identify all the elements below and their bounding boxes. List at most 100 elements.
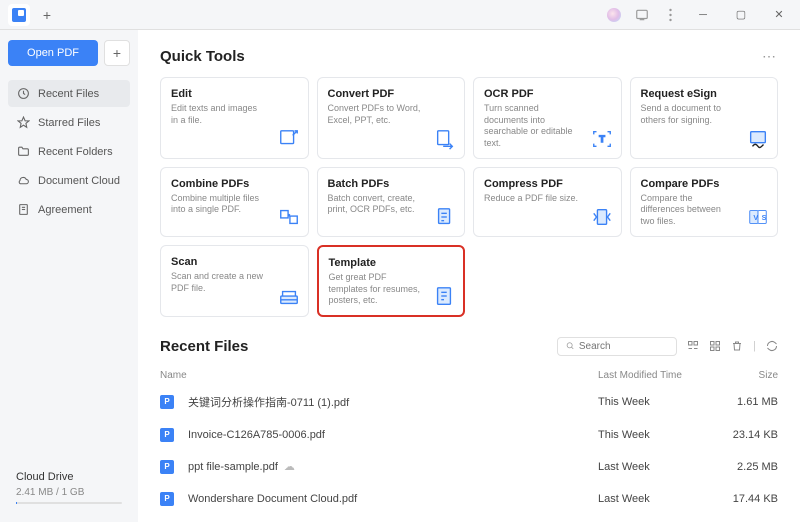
sidebar-item-label: Document Cloud <box>38 175 120 187</box>
sidebar-item-label: Recent Files <box>38 88 99 100</box>
list-view-icon[interactable] <box>687 340 699 352</box>
tool-label: Convert PDF <box>328 88 455 100</box>
sidebar-item-agreement[interactable]: Agreement <box>8 196 130 223</box>
file-size: 2.25 MB <box>718 461 778 473</box>
compress-icon <box>591 206 613 228</box>
file-row[interactable]: Pppt file-sample.pdf ☁ Last Week2.25 MB <box>160 451 778 483</box>
new-tab-button[interactable]: + <box>38 6 56 24</box>
tool-label: Compare PDFs <box>641 178 768 190</box>
tool-desc: Combine multiple files into a single PDF… <box>171 193 266 216</box>
tool-desc: Reduce a PDF file size. <box>484 193 579 205</box>
feedback-icon[interactable] <box>634 7 650 23</box>
esign-icon <box>747 128 769 150</box>
sidebar-item-recent-folders[interactable]: Recent Folders <box>8 138 130 165</box>
compare-icon: VS <box>747 206 769 228</box>
pdf-icon: P <box>160 460 174 474</box>
template-icon <box>433 285 455 307</box>
file-name-text: Invoice-C126A785-0006.pdf <box>188 429 325 441</box>
sidebar-item-recent-files[interactable]: Recent Files <box>8 80 130 107</box>
svg-text:V: V <box>753 213 758 222</box>
pdf-icon: P <box>160 428 174 442</box>
search-box[interactable] <box>557 337 677 356</box>
tool-label: Scan <box>171 256 298 268</box>
combine-icon <box>278 206 300 228</box>
open-pdf-button[interactable]: Open PDF <box>8 40 98 66</box>
close-button[interactable]: ✕ <box>766 4 792 26</box>
tool-desc: Convert PDFs to Word, Excel, PPT, etc. <box>328 103 423 126</box>
tool-desc: Get great PDF templates for resumes, pos… <box>329 272 422 307</box>
cloud-icon: ☁ <box>284 460 295 473</box>
col-size-header: Size <box>718 370 778 381</box>
pdf-icon: P <box>160 492 174 506</box>
file-time: Last Week <box>598 493 718 505</box>
grid-view-icon[interactable] <box>709 340 721 352</box>
titlebar: + ─ ▢ ✕ <box>0 0 800 30</box>
col-time-header: Last Modified Time <box>598 370 718 381</box>
svg-text:S: S <box>762 213 767 222</box>
tool-desc: Compare the differences between two file… <box>641 193 736 228</box>
menu-icon[interactable] <box>662 7 678 23</box>
tool-scan[interactable]: Scan Scan and create a new PDF file. <box>160 245 309 317</box>
scan-icon <box>278 286 300 308</box>
star-icon <box>16 116 30 129</box>
col-name-header: Name <box>160 370 598 381</box>
tool-batch-pdfs[interactable]: Batch PDFs Batch convert, create, print, … <box>317 167 466 237</box>
tool-desc: Turn scanned documents into searchable o… <box>484 103 579 150</box>
file-row[interactable]: P Wondershare Document Cloud.pdf Last Week… <box>160 483 778 515</box>
quick-tools-title: Quick Tools <box>160 48 245 65</box>
minimize-button[interactable]: ─ <box>690 4 716 26</box>
tool-label: Combine PDFs <box>171 178 298 190</box>
tool-compare-pdfs[interactable]: Compare PDFs Compare the differences betw… <box>630 167 779 237</box>
file-time: Last Week <box>598 461 718 473</box>
refresh-icon[interactable] <box>766 340 778 352</box>
maximize-button[interactable]: ▢ <box>728 4 754 26</box>
pdf-icon: P <box>160 395 174 409</box>
file-time: This Week <box>598 429 718 441</box>
cloud-drive-info: Cloud Drive 2.41 MB / 1 GB <box>8 463 130 512</box>
tool-label: Template <box>329 257 454 269</box>
clock-icon <box>16 87 30 100</box>
file-size: 17.44 KB <box>718 493 778 505</box>
tool-edit[interactable]: EditEdit texts and images in a file. <box>160 77 309 159</box>
tool-compress-pdf[interactable]: Compress PDF Reduce a PDF file size. <box>473 167 622 237</box>
app-logo <box>8 4 30 26</box>
sidebar-item-document-cloud[interactable]: Document Cloud <box>8 167 130 194</box>
file-size: 23.14 KB <box>718 429 778 441</box>
tool-template[interactable]: Template Get great PDF templates for resu… <box>317 245 466 317</box>
edit-icon <box>278 128 300 150</box>
file-row[interactable]: P关键词分析操作指南-0711 (1).pdfThis Week1.61 MB <box>160 385 778 419</box>
tool-convert-pdf[interactable]: Convert PDF Convert PDFs to Word, Excel, … <box>317 77 466 159</box>
tool-combine-pdfs[interactable]: Combine PDFs Combine multiple files into … <box>160 167 309 237</box>
sidebar-item-label: Recent Folders <box>38 146 113 158</box>
cloud-icon <box>16 174 30 187</box>
file-name-text: Wondershare Document Cloud.pdf <box>188 493 357 505</box>
file-time: This Week <box>598 396 718 408</box>
tool-label: Compress PDF <box>484 178 611 190</box>
main-content: Quick Tools ⋯ EditEdit texts and images … <box>138 30 800 522</box>
tool-request-esign[interactable]: Request eSign Send a document to others f… <box>630 77 779 159</box>
tool-desc: Batch convert, create, print, OCR PDFs, … <box>328 193 423 216</box>
ocr-icon: T <box>591 128 613 150</box>
tool-desc: Send a document to others for signing. <box>641 103 736 126</box>
file-name-text: ppt file-sample.pdf <box>188 461 278 473</box>
tool-label: Edit <box>171 88 298 100</box>
tool-desc: Scan and create a new PDF file. <box>171 271 266 294</box>
tool-ocr-pdf[interactable]: OCR PDF Turn scanned documents into searc… <box>473 77 622 159</box>
trash-icon[interactable] <box>731 340 743 352</box>
batch-icon <box>434 206 456 228</box>
tool-label: OCR PDF <box>484 88 611 100</box>
doc-icon <box>16 203 30 216</box>
sidebar: Open PDF + Recent Files Starred Files Rece… <box>0 30 138 522</box>
svg-text:T: T <box>599 134 605 144</box>
tool-label: Request eSign <box>641 88 768 100</box>
sidebar-item-label: Agreement <box>38 204 92 216</box>
file-size: 1.61 MB <box>718 396 778 408</box>
add-button[interactable]: + <box>104 40 130 66</box>
file-row[interactable]: P Invoice-C126A785-0006.pdf This Week23.14… <box>160 419 778 451</box>
cloud-drive-title: Cloud Drive <box>16 471 122 483</box>
search-input[interactable] <box>579 341 668 352</box>
quick-tools-menu-icon[interactable]: ⋯ <box>762 48 778 65</box>
tool-label: Batch PDFs <box>328 178 455 190</box>
sidebar-item-starred-files[interactable]: Starred Files <box>8 109 130 136</box>
theme-icon[interactable] <box>606 7 622 23</box>
